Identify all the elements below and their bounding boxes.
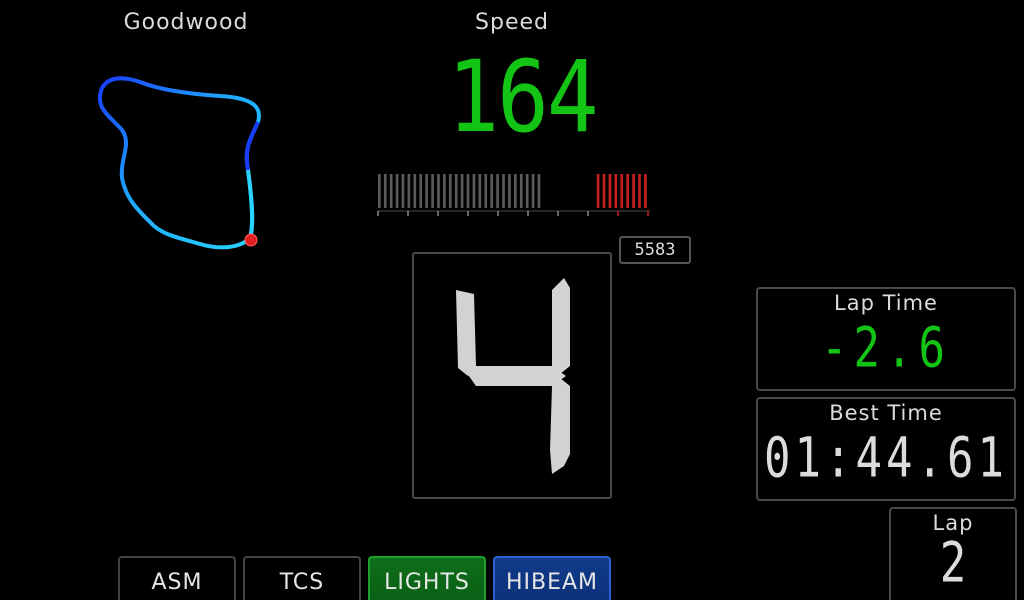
rpm-redline-segment [644,174,647,208]
rpm-segment [437,174,440,208]
rpm-redline-segment [638,174,641,208]
gear-indicator: 4 [412,252,612,499]
rpm-segment [389,174,393,208]
tcs-indicator[interactable]: TCS [243,556,361,600]
rpm-redline-segment [596,174,600,208]
rpm-redline-segment [614,174,618,208]
rpm-redline-segment [620,174,624,208]
rpm-segment [431,174,434,208]
best-time-panel: Best Time 01:44.61 [756,397,1016,501]
lap-time-value: -2.6 [821,316,951,381]
dashboard-screen: Goodwood Speed 164 5583 Lap Time -2.6 Be… [0,0,1024,600]
rpm-segment [443,174,446,208]
rpm-redline-segment [626,174,630,208]
rpm-segment [419,174,423,208]
lap-panel: Lap 2 [889,507,1017,600]
rpm-segment [378,174,381,208]
speed-label: Speed [475,10,549,35]
rpm-segment [519,174,523,208]
track-name: Goodwood [123,10,249,35]
rpm-segment [413,174,417,208]
rpm-segment [448,174,452,208]
track-map-icon [98,76,261,250]
rpm-segment [490,174,494,208]
rpm-segment [466,174,470,208]
rpm-segment [525,174,529,208]
speed-value: 164 [447,40,598,155]
track-outline [98,76,261,250]
lap-value: 2 [939,531,967,595]
rpm-segment [537,174,541,208]
rpm-segment [496,174,499,208]
hibeam-indicator[interactable]: HIBEAM [493,556,611,600]
rpm-segment [454,174,458,208]
car-position-marker [244,233,258,247]
rpm-redline-segment [632,174,635,208]
rpm-segment [425,174,428,208]
rpm-segment [401,174,405,208]
rpm-segment [460,174,464,208]
rpm-redline-segment [608,174,612,208]
gear-digit: 4 [456,278,570,474]
rpm-redline-segment [602,174,606,208]
rpm-segment [478,174,482,208]
rpm-segment [531,174,535,208]
rpm-segment [395,174,399,208]
rpm-segment [472,174,476,208]
rpm-segment [407,174,411,208]
rpm-segment [383,174,387,208]
rpm-bar [377,174,650,216]
best-time-title: Best Time [829,401,943,425]
rpm-segment [514,174,517,208]
lights-indicator[interactable]: LIGHTS [368,556,486,600]
lap-time-panel: Lap Time -2.6 [756,287,1016,391]
lap-time-title: Lap Time [834,291,938,315]
rpm-segment [502,174,505,208]
asm-indicator[interactable]: ASM [118,556,236,600]
rpm-readout: 5583 [619,236,691,264]
best-time-value: 01:44.61 [764,426,1008,491]
rpm-segment [484,174,488,208]
rpm-segment [508,174,511,208]
